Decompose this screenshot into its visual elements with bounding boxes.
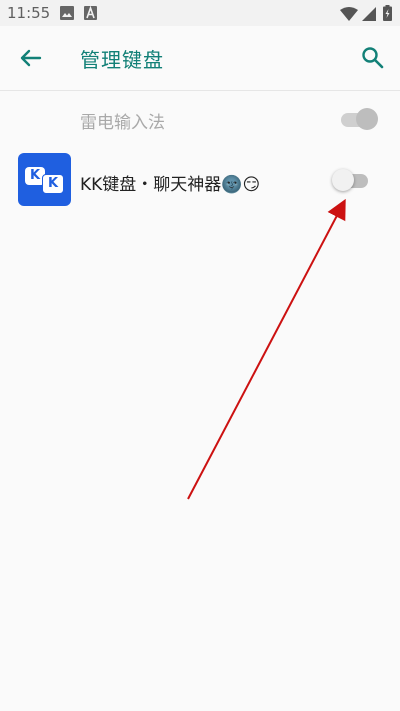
search-icon [356, 47, 390, 79]
keyboard-name-kk-emoji: 🌚😏 [221, 175, 261, 195]
keyboard-name-kk-text: KK键盘・聊天神器 [80, 175, 222, 195]
keyboard-row-leidian: 雷电输入法 [0, 92, 400, 148]
keyboard-row-kk[interactable]: KK键盘・聊天神器🌚😏 [0, 152, 400, 208]
battery-icon [383, 5, 392, 25]
keyboard-name-kk: KK键盘・聊天神器🌚😏 [80, 170, 260, 195]
toggle-thumb [332, 169, 354, 191]
toggle-thumb [356, 108, 378, 130]
keyboard-name-leidian: 雷电输入法 [80, 113, 165, 133]
signal-icon [362, 6, 376, 25]
back-button[interactable] [14, 42, 46, 74]
toggle-leidian[interactable] [338, 107, 378, 131]
search-button[interactable] [356, 41, 390, 75]
toggle-kk[interactable] [332, 168, 372, 192]
arrow-left-icon [14, 49, 46, 78]
a-letter-icon [84, 5, 97, 24]
status-bar: 11:55 [0, 0, 400, 26]
wifi-icon [340, 6, 358, 25]
status-time: 11:55 [7, 4, 51, 22]
page-title: 管理键盘 [80, 48, 164, 72]
app-bar: 管理键盘 [0, 26, 400, 91]
image-icon [60, 5, 74, 24]
